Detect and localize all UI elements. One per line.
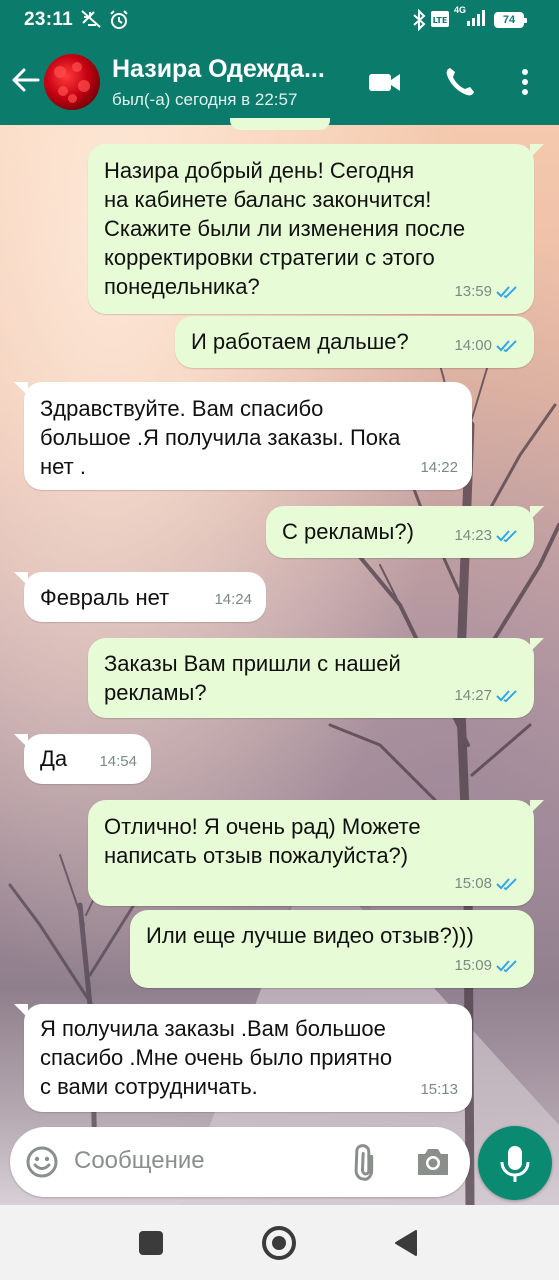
message-bubble-outgoing[interactable]: Заказы Вам пришли с нашей рекламы? 14:27: [88, 638, 544, 718]
message-text: Я получила заказы .Вам большое спасибо .…: [40, 1016, 393, 1099]
message-time: 15:09: [454, 957, 492, 974]
message-bubble-outgoing[interactable]: И работаем дальше? 14:00: [175, 316, 534, 368]
message-time: 14:00: [454, 337, 492, 354]
message-text: Или еще лучше видео отзыв?))): [146, 923, 474, 948]
microphone-icon: [500, 1146, 530, 1182]
signal-icon: [466, 9, 488, 32]
square-icon[interactable]: [139, 1231, 163, 1255]
message-meta: 15:13: [420, 1075, 458, 1104]
emoji-button[interactable]: [24, 1144, 60, 1180]
menu-button[interactable]: [507, 64, 543, 100]
message-bubble-outgoing[interactable]: Назира добрый день! Сегодня на кабинете …: [88, 144, 544, 314]
message-meta: 14:22: [420, 453, 458, 482]
video-call-button[interactable]: [367, 64, 403, 100]
message-time: 14:23: [454, 527, 492, 544]
read-ticks-icon: [496, 285, 517, 298]
triangle-icon[interactable]: [394, 1229, 418, 1262]
paperclip-icon: [354, 1144, 374, 1181]
video-camera-icon: [369, 74, 400, 91]
message-bubble-outgoing[interactable]: Или еще лучше видео отзыв?))) 15:09: [130, 910, 534, 988]
read-ticks-icon: [496, 877, 517, 890]
arrow-left-icon: [12, 68, 40, 92]
message-time: 15:08: [454, 875, 492, 892]
voice-call-button[interactable]: [442, 64, 478, 100]
volte-icon: LTE: [430, 9, 450, 34]
contact-name[interactable]: Назира Одежда...: [112, 55, 325, 84]
smiley-icon: [26, 1146, 58, 1178]
voice-message-button[interactable]: [478, 1126, 552, 1200]
bluetooth-icon: [412, 8, 426, 36]
status-time: 23:11: [24, 9, 74, 30]
message-text: Здравствуйте. Вам спасибо большое .Я пол…: [40, 396, 401, 479]
battery-level: 74: [494, 12, 527, 28]
message-bubble-incoming[interactable]: Я получила заказы .Вам большое спасибо .…: [14, 1004, 472, 1112]
read-ticks-icon: [496, 529, 517, 542]
chat-header: Назира Одежда... был(-а) сегодня в 22:57: [0, 40, 559, 125]
message-meta: 13:59: [454, 277, 520, 306]
mute-icon: [80, 9, 102, 34]
message-time: 15:13: [420, 1081, 458, 1098]
message-time: 14:54: [99, 753, 137, 770]
message-time: 14:22: [420, 459, 458, 476]
message-meta: 14:24: [214, 585, 252, 614]
svg-text:LTE: LTE: [433, 16, 448, 25]
system-navigation-bar: [0, 1205, 559, 1280]
back-button[interactable]: [8, 62, 44, 98]
three-dots-vertical-icon: [522, 69, 528, 95]
message-bubble-incoming[interactable]: Февраль нет 14:24: [14, 572, 266, 622]
last-seen-status: был(-а) сегодня в 22:57: [112, 90, 298, 109]
message-bubble-outgoing[interactable]: Отлично! Я очень рад) Можете написать от…: [88, 800, 544, 906]
camera-button[interactable]: [414, 1144, 452, 1180]
chat-screen: 23:11 LTE 4G 74 Назира Одежда... был(-а)…: [0, 0, 559, 1280]
read-ticks-icon: [496, 689, 517, 702]
app-header-bar: 23:11 LTE 4G 74 Назира Одежда... был(-а)…: [0, 0, 559, 125]
message-input-bar: Сообщение: [10, 1127, 470, 1197]
message-meta: 14:54: [99, 747, 137, 776]
message-time: 14:24: [214, 591, 252, 608]
message-time: 13:59: [454, 283, 492, 300]
read-ticks-icon: [496, 959, 517, 972]
read-ticks-icon: [496, 339, 517, 352]
alarm-icon: [108, 9, 130, 36]
message-input[interactable]: Сообщение: [74, 1147, 205, 1175]
camera-icon: [418, 1149, 448, 1175]
message-bubble-incoming[interactable]: Здравствуйте. Вам спасибо большое .Я пол…: [14, 382, 472, 490]
message-meta: 14:23: [454, 521, 520, 550]
network-type: 4G: [454, 5, 467, 15]
circle-icon[interactable]: [262, 1226, 296, 1260]
message-meta: 14:00: [454, 331, 520, 360]
message-bubble-outgoing[interactable]: С рекламы?) 14:23: [266, 506, 544, 558]
contact-avatar[interactable]: [44, 54, 100, 110]
message-text: Отлично! Я очень рад) Можете написать от…: [104, 814, 421, 868]
message-meta: 15:08: [454, 869, 520, 898]
message-meta: 15:09: [454, 951, 520, 980]
message-time: 14:27: [454, 687, 492, 704]
attach-button[interactable]: [346, 1142, 386, 1182]
status-bar: 23:11 LTE 4G 74: [0, 0, 559, 40]
phone-icon: [446, 68, 474, 96]
message-bubble-incoming[interactable]: Да 14:54: [14, 734, 151, 784]
message-meta: 14:27: [454, 681, 520, 710]
previous-message-fragment: [230, 118, 330, 130]
